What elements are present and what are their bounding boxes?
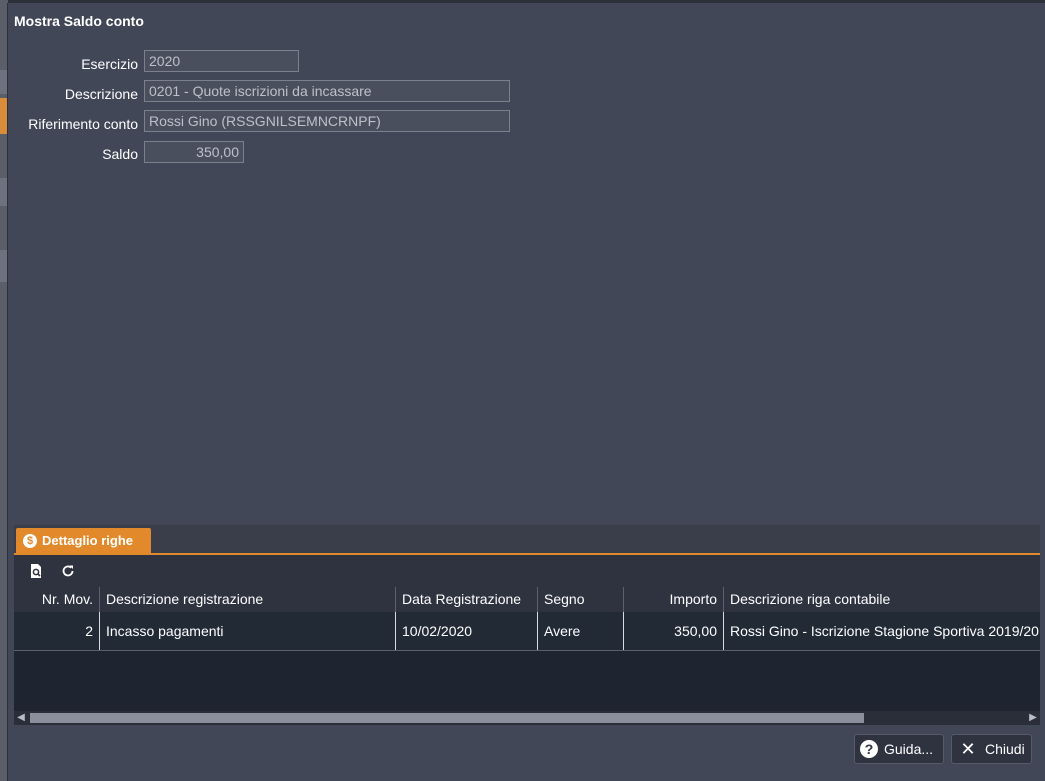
tab-label: Dettaglio righe bbox=[42, 533, 134, 548]
refresh-icon[interactable] bbox=[60, 563, 76, 579]
table-row[interactable]: 2 Incasso pagamenti 10/02/2020 Avere 350… bbox=[14, 612, 1040, 651]
table-header: Nr. Mov. Descrizione registrazione Data … bbox=[14, 587, 1040, 612]
column-header-importo[interactable]: Importo bbox=[624, 587, 724, 612]
cell-importo: 350,00 bbox=[624, 612, 724, 650]
cell-descrizione-riga-contabile: Rossi Gino - Iscrizione Stagione Sportiv… bbox=[730, 623, 1039, 639]
scroll-left-icon[interactable]: ◀ bbox=[14, 711, 28, 725]
esercizio-field[interactable]: 2020 bbox=[144, 50, 299, 72]
preview-icon[interactable] bbox=[28, 563, 44, 579]
question-circle-icon: ? bbox=[860, 740, 878, 758]
help-button[interactable]: ? Guida... bbox=[854, 734, 944, 764]
close-button-label: Chiudi bbox=[985, 741, 1025, 757]
saldo-conto-dialog: Mostra Saldo conto Esercizio 2020 Descri… bbox=[7, 3, 1045, 781]
cell-data-registrazione: 10/02/2020 bbox=[396, 612, 538, 650]
column-header-descrizione-registrazione[interactable]: Descrizione registrazione bbox=[100, 587, 396, 612]
dettaglio-righe-panel: $ Dettaglio righe Nr. Mov. Descrizione r… bbox=[14, 525, 1040, 725]
esercizio-label: Esercizio bbox=[81, 56, 138, 72]
column-header-nr-mov[interactable]: Nr. Mov. bbox=[14, 587, 100, 612]
cell-nr-mov: 2 bbox=[14, 612, 100, 650]
scroll-right-icon[interactable]: ▶ bbox=[1026, 711, 1040, 725]
cell-segno: Avere bbox=[538, 612, 624, 650]
dollar-icon: $ bbox=[23, 533, 37, 548]
dialog-title: Mostra Saldo conto bbox=[14, 13, 144, 29]
column-header-descrizione-riga-contabile[interactable]: Descrizione riga contabile bbox=[724, 587, 1040, 612]
descrizione-field[interactable]: 0201 - Quote iscrizioni da incassare bbox=[144, 80, 510, 102]
scrollbar-thumb[interactable] bbox=[30, 713, 864, 723]
saldo-field[interactable]: 350,00 bbox=[144, 141, 244, 163]
descrizione-label: Descrizione bbox=[64, 86, 138, 102]
tab-dettaglio-righe[interactable]: $ Dettaglio righe bbox=[16, 528, 151, 553]
close-icon: ✕ bbox=[960, 739, 976, 759]
saldo-label: Saldo bbox=[102, 146, 138, 162]
help-button-label: Guida... bbox=[884, 741, 934, 757]
column-header-segno[interactable]: Segno bbox=[538, 587, 624, 612]
righe-table: Nr. Mov. Descrizione registrazione Data … bbox=[14, 587, 1040, 713]
riferimento-conto-label: Riferimento conto bbox=[28, 116, 138, 132]
close-button[interactable]: ✕ Chiudi bbox=[951, 734, 1032, 764]
grid-toolbar bbox=[14, 555, 1040, 587]
horizontal-scrollbar[interactable]: ◀ ▶ bbox=[14, 711, 1040, 725]
column-header-data-registrazione[interactable]: Data Registrazione bbox=[396, 587, 538, 612]
riferimento-conto-field[interactable]: Rossi Gino (RSSGNILSEMNCRNPF) bbox=[144, 110, 510, 132]
cell-descrizione-registrazione: Incasso pagamenti bbox=[100, 612, 396, 650]
tab-bar: $ Dettaglio righe bbox=[14, 525, 1040, 555]
